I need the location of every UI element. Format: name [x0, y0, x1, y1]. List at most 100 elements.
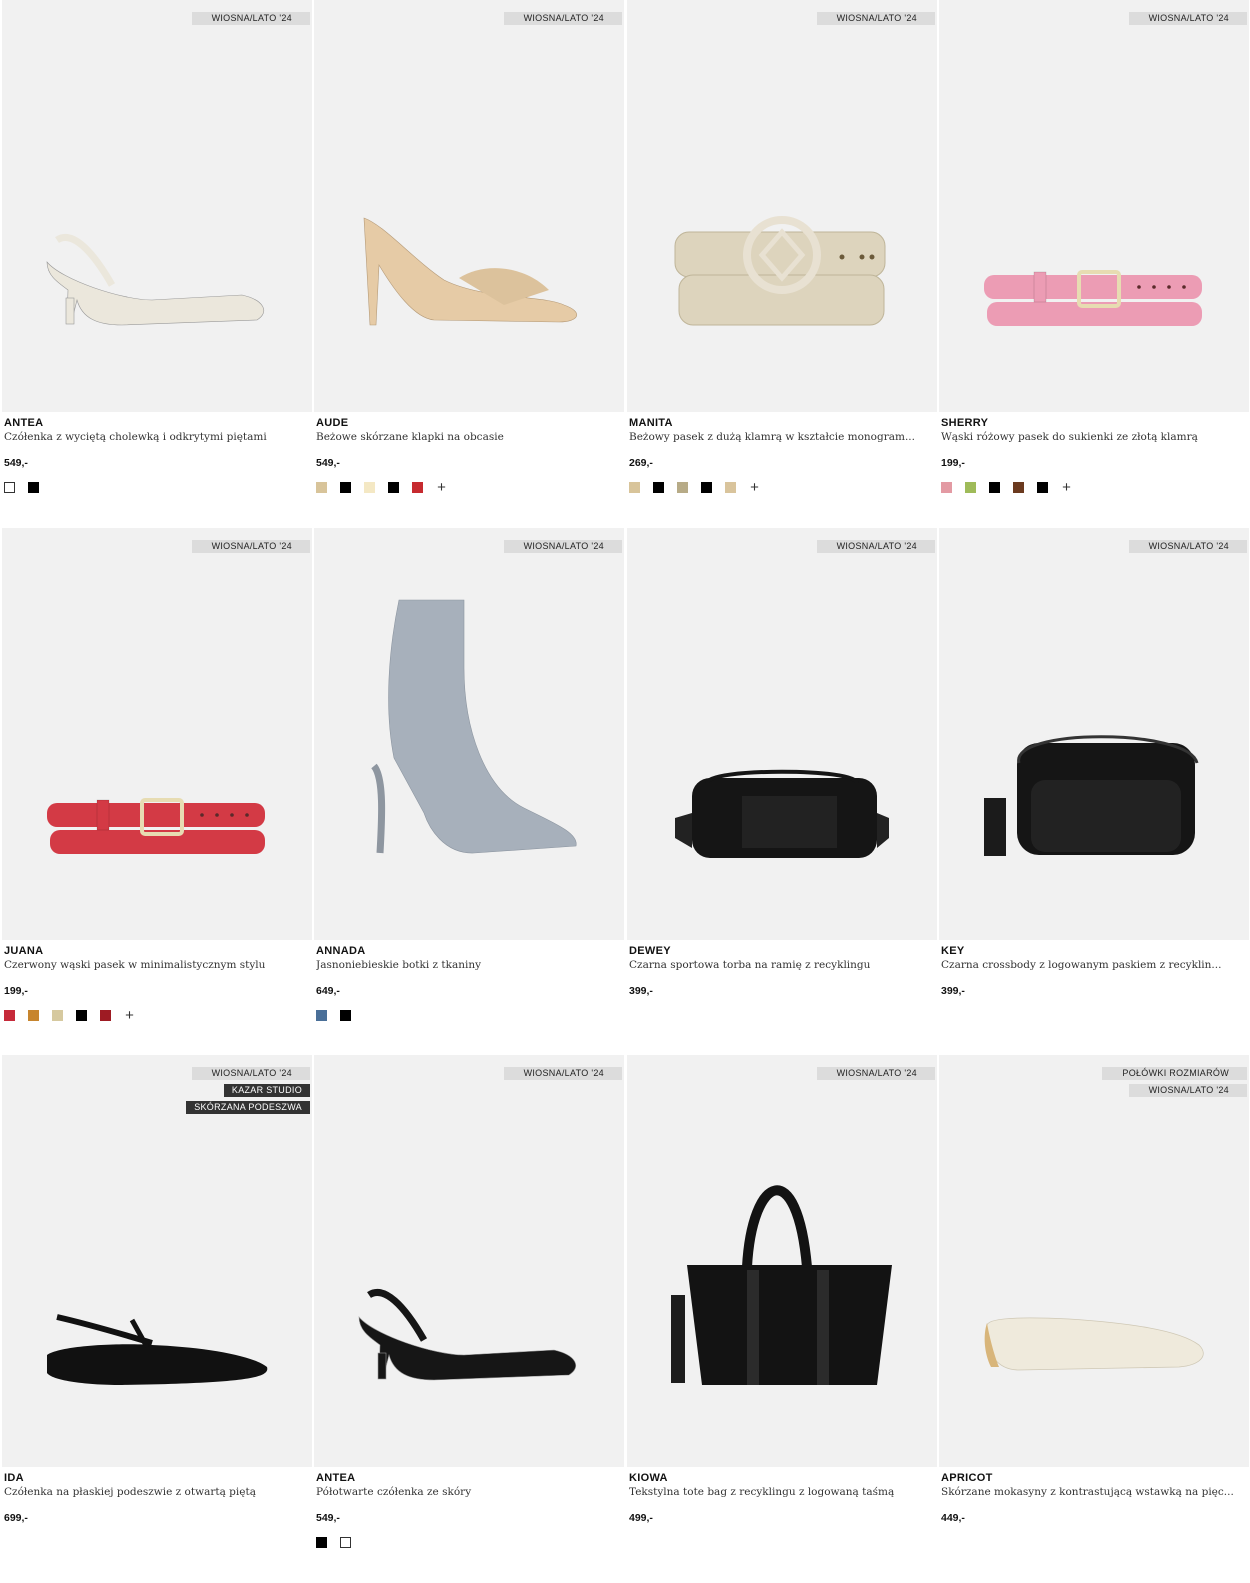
product-card[interactable]: WIOSNA/LATO '24 KAZAR STUDIO SKÓRZANA PODE…	[2, 1055, 312, 1583]
color-swatch[interactable]	[340, 482, 351, 493]
heeled-mule-icon	[363, 217, 577, 326]
color-swatch[interactable]	[4, 482, 15, 493]
color-swatch[interactable]	[412, 482, 423, 493]
color-swatch[interactable]	[52, 1010, 63, 1021]
color-swatch[interactable]	[941, 482, 952, 493]
color-swatch[interactable]	[28, 482, 39, 493]
color-swatches	[316, 1537, 351, 1548]
product-card[interactable]: WIOSNA/LATO '24 ANTEA Półotwarte czółenka …	[314, 1055, 624, 1583]
season-badge: SKÓRZANA PODESZWA	[186, 1101, 310, 1114]
product-image[interactable]: WIOSNA/LATO '24	[2, 0, 312, 412]
color-swatch[interactable]	[701, 482, 712, 493]
color-swatch[interactable]	[76, 1010, 87, 1021]
loafer-icon	[984, 1317, 1204, 1371]
color-swatch[interactable]	[340, 1537, 351, 1548]
product-description[interactable]: Czarna sportowa torba na ramię z recykli…	[629, 959, 929, 971]
color-swatch[interactable]	[725, 482, 736, 493]
product-description[interactable]: Czółenka na płaskiej podeszwie z otwartą…	[4, 1486, 304, 1498]
product-name[interactable]: SHERRY	[941, 417, 988, 429]
product-description[interactable]: Jasnoniebieskie botki z tkaniny	[316, 959, 616, 971]
product-card[interactable]: WIOSNA/LATO '24 KIOWA Tekstylna tote bag z…	[627, 1055, 937, 1583]
color-swatch[interactable]	[1013, 482, 1024, 493]
product-image[interactable]: WIOSNA/LATO '24	[627, 1055, 937, 1467]
ankle-boot-icon	[371, 599, 577, 854]
product-image[interactable]: WIOSNA/LATO '24 KAZAR STUDIO SKÓRZANA PODE…	[2, 1055, 312, 1467]
season-badge: WIOSNA/LATO '24	[503, 1067, 622, 1080]
season-badge: WIOSNA/LATO '24	[191, 12, 310, 25]
product-image[interactable]: WIOSNA/LATO '24	[627, 528, 937, 940]
product-card[interactable]: WIOSNA/LATO '24 AUDE Beżowe skórzane klapk…	[314, 0, 624, 528]
color-swatch[interactable]	[316, 1537, 327, 1548]
product-description[interactable]: Czerwony wąski pasek w minimalistycznym …	[4, 959, 304, 971]
product-card[interactable]: WIOSNA/LATO '24 ANTEA Czółenka z wyciętą c…	[2, 0, 312, 528]
tag-list: WIOSNA/LATO '24	[816, 540, 935, 553]
tag-list: WIOSNA/LATO '24	[1128, 540, 1247, 553]
product-name[interactable]: AUDE	[316, 417, 348, 429]
product-image[interactable]: WIOSNA/LATO '24	[314, 0, 624, 412]
product-name[interactable]: APRICOT	[941, 1472, 993, 1484]
product-name[interactable]: JUANA	[4, 945, 43, 957]
product-image[interactable]: WIOSNA/LATO '24	[939, 528, 1249, 940]
tag-list: WIOSNA/LATO '24	[1128, 12, 1247, 25]
product-name[interactable]: IDA	[4, 1472, 24, 1484]
product-price: 649,-	[316, 985, 340, 997]
product-description[interactable]: Czółenka z wyciętą cholewką i odkrytymi …	[4, 431, 304, 443]
color-swatch[interactable]	[340, 1010, 351, 1021]
product-grid: WIOSNA/LATO '24 ANTEA Czółenka z wyciętą c…	[0, 0, 1250, 1550]
season-badge: WIOSNA/LATO '24	[503, 12, 622, 25]
season-badge: WIOSNA/LATO '24	[191, 540, 310, 553]
product-name[interactable]: ANTEA	[316, 1472, 355, 1484]
product-card[interactable]: POŁÓWKI ROZMIARÓW WIOSNA/LATO '24 APRICOT S…	[939, 1055, 1249, 1583]
more-colors-plus-icon[interactable]: +	[124, 1008, 135, 1023]
duffel-bag-icon	[675, 769, 889, 858]
product-name[interactable]: ANTEA	[4, 417, 43, 429]
product-card[interactable]: WIOSNA/LATO '24 ANNADA Jasnoniebieskie bot…	[314, 528, 624, 1056]
product-description[interactable]: Wąski różowy pasek do sukienki ze złotą …	[941, 431, 1241, 443]
color-swatch[interactable]	[100, 1010, 111, 1021]
product-image[interactable]: WIOSNA/LATO '24	[314, 528, 624, 940]
color-swatch[interactable]	[388, 482, 399, 493]
product-name[interactable]: KEY	[941, 945, 965, 957]
color-swatch[interactable]	[1037, 482, 1048, 493]
more-colors-plus-icon[interactable]: +	[749, 480, 760, 495]
color-swatch[interactable]	[316, 482, 327, 493]
color-swatch[interactable]	[653, 482, 664, 493]
color-swatch[interactable]	[629, 482, 640, 493]
product-name[interactable]: DEWEY	[629, 945, 671, 957]
color-swatch[interactable]	[965, 482, 976, 493]
product-description[interactable]: Beżowy pasek z dużą klamrą w kształcie m…	[629, 431, 929, 443]
more-colors-plus-icon[interactable]: +	[436, 480, 447, 495]
color-swatch[interactable]	[28, 1010, 39, 1021]
product-description[interactable]: Czarna crossbody z logowanym paskiem z r…	[941, 959, 1241, 971]
more-colors-plus-icon[interactable]: +	[1061, 480, 1072, 495]
color-swatch[interactable]	[677, 482, 688, 493]
color-swatch[interactable]	[989, 482, 1000, 493]
color-swatch[interactable]	[4, 1010, 15, 1021]
product-image[interactable]: WIOSNA/LATO '24	[939, 0, 1249, 412]
season-badge: WIOSNA/LATO '24	[1128, 1084, 1247, 1097]
color-swatches: +	[316, 480, 447, 495]
product-name[interactable]: MANITA	[629, 417, 673, 429]
product-image[interactable]: POŁÓWKI ROZMIARÓW WIOSNA/LATO '24	[939, 1055, 1249, 1467]
product-card[interactable]: WIOSNA/LATO '24 SHERRY Wąski różowy pasek …	[939, 0, 1249, 528]
product-description[interactable]: Półotwarte czółenka ze skóry	[316, 1486, 616, 1498]
product-price: 199,-	[941, 457, 965, 469]
product-image[interactable]: WIOSNA/LATO '24	[627, 0, 937, 412]
color-swatch[interactable]	[316, 1010, 327, 1021]
product-name[interactable]: ANNADA	[316, 945, 365, 957]
product-description[interactable]: Beżowe skórzane klapki na obcasie	[316, 431, 616, 443]
product-image[interactable]: WIOSNA/LATO '24	[314, 1055, 624, 1467]
season-badge: WIOSNA/LATO '24	[191, 1067, 310, 1080]
product-price: 399,-	[941, 985, 965, 997]
product-card[interactable]: WIOSNA/LATO '24 JUANA Czerwony wąski pasek…	[2, 528, 312, 1056]
tag-list: WIOSNA/LATO '24	[191, 12, 310, 25]
color-swatches: +	[629, 480, 760, 495]
product-card[interactable]: WIOSNA/LATO '24 MANITA Beżowy pasek z dużą…	[627, 0, 937, 528]
product-description[interactable]: Skórzane mokasyny z kontrastującą wstawk…	[941, 1486, 1241, 1498]
product-image[interactable]: WIOSNA/LATO '24	[2, 528, 312, 940]
product-description[interactable]: Tekstylna tote bag z recyklingu z logowa…	[629, 1486, 929, 1498]
product-name[interactable]: KIOWA	[629, 1472, 668, 1484]
product-card[interactable]: WIOSNA/LATO '24 DEWEY Czarna sportowa torb…	[627, 528, 937, 1056]
product-card[interactable]: WIOSNA/LATO '24 KEY Czarna crossbody z log…	[939, 528, 1249, 1056]
color-swatch[interactable]	[364, 482, 375, 493]
